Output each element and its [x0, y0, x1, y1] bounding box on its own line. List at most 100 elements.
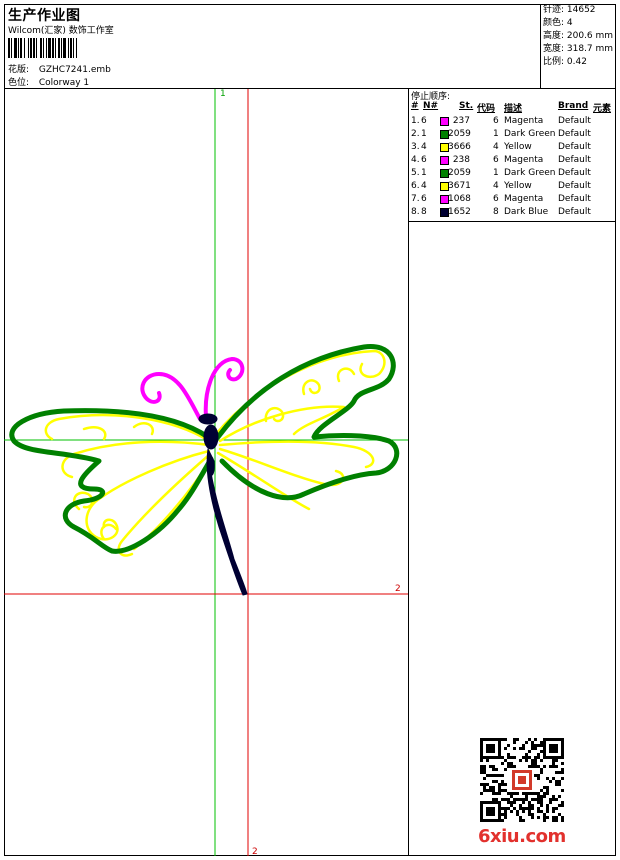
qr-module	[540, 810, 543, 813]
row-stitches: 2059	[448, 168, 471, 178]
qr-module	[504, 807, 507, 810]
qr-module	[507, 807, 510, 810]
qr-module	[489, 765, 492, 768]
col-code: 代码	[477, 104, 496, 114]
qr-module	[558, 813, 561, 816]
qr-module	[498, 774, 501, 777]
row-brand: Default	[558, 207, 591, 217]
qr-module	[501, 807, 504, 810]
row-stitches: 1068	[448, 194, 471, 204]
qr-module	[552, 762, 555, 765]
row-code: 4	[493, 181, 499, 191]
qr-module	[531, 765, 534, 768]
qr-module	[492, 798, 495, 801]
panel-separator	[409, 221, 616, 222]
qr-module	[525, 759, 528, 762]
qr-module	[546, 789, 549, 792]
row-code: 1	[493, 168, 499, 178]
qr-module	[516, 798, 519, 801]
qr-module	[519, 807, 522, 810]
row-index: 8.	[411, 207, 420, 217]
colorway-value: Colorway 1	[38, 78, 90, 88]
barcode	[8, 38, 150, 58]
qr-module	[537, 792, 540, 795]
qr-module	[546, 807, 549, 810]
qr-module	[501, 774, 504, 777]
qr-module	[492, 768, 495, 771]
qr-module	[513, 801, 516, 804]
table-row: 7. 6 1068 6 Magenta Default	[409, 193, 616, 206]
row-code: 8	[493, 207, 499, 217]
qr-module	[483, 771, 486, 774]
row-needle: 4	[421, 181, 427, 191]
sheet-title: 生产作业图	[8, 8, 81, 24]
qr-module	[543, 792, 546, 795]
qr-module	[552, 810, 555, 813]
qr-module	[513, 741, 516, 744]
color-swatch	[440, 156, 449, 165]
guide-marker-top: 1	[220, 89, 226, 99]
qr-module	[522, 819, 525, 822]
qr-module	[525, 741, 528, 744]
stop-table-header: # N# St. 代码 描述 Brand 元素	[409, 101, 616, 114]
qr-module	[543, 813, 546, 816]
qr-module	[486, 774, 489, 777]
row-needle: 1	[421, 129, 427, 139]
qr-module	[507, 801, 510, 804]
design-height: 高度: 200.6 mm	[543, 31, 614, 41]
qr-module	[504, 738, 507, 741]
qr-module	[531, 804, 534, 807]
qr-module	[552, 759, 555, 762]
qr-module	[504, 783, 507, 786]
qr-module	[534, 765, 537, 768]
row-needle: 6	[421, 116, 427, 126]
magenta-antennae	[140, 357, 245, 421]
qr-module	[534, 798, 537, 801]
qr-module	[480, 768, 483, 771]
qr-module	[522, 807, 525, 810]
row-stitches: 3671	[448, 181, 471, 191]
qr-module	[540, 744, 543, 747]
design-label: 花版:	[8, 65, 30, 75]
qr-module	[534, 747, 537, 750]
qr-module	[531, 798, 534, 801]
qr-module	[558, 771, 561, 774]
qr-module	[540, 798, 543, 801]
row-index: 4.	[411, 155, 420, 165]
row-stitches: 1652	[448, 207, 471, 217]
dragonfly-embroidery	[9, 344, 400, 596]
qr-module	[534, 774, 537, 777]
qr-module	[543, 765, 546, 768]
qr-module	[531, 813, 534, 816]
qr-module	[537, 798, 540, 801]
qr-module	[528, 750, 531, 753]
qr-module	[518, 776, 526, 784]
qr-module	[519, 819, 522, 822]
qr-module	[531, 759, 534, 762]
qr-module	[507, 756, 510, 759]
qr-module	[561, 816, 564, 819]
color-swatch	[440, 208, 449, 217]
qr-module	[549, 765, 552, 768]
qr-module	[525, 756, 528, 759]
qr-module	[543, 795, 546, 798]
row-code: 1	[493, 129, 499, 139]
qr-module	[540, 795, 543, 798]
qr-module	[513, 798, 516, 801]
row-description: Dark Blue	[504, 207, 549, 217]
qr-module	[540, 750, 543, 753]
row-brand: Default	[558, 155, 591, 165]
row-index: 7.	[411, 194, 420, 204]
qr-module	[555, 759, 558, 762]
qr-module	[555, 780, 558, 783]
qr-module	[510, 801, 513, 804]
qr-module	[522, 801, 525, 804]
qr-module	[540, 768, 543, 771]
qr-module	[495, 780, 498, 783]
design-line: 花版: GZHC7241.emb	[8, 62, 111, 75]
qr-module	[555, 807, 558, 810]
qr-module	[528, 801, 531, 804]
qr-module	[507, 765, 510, 768]
row-index: 2.	[411, 129, 420, 139]
qr-module	[483, 789, 486, 792]
